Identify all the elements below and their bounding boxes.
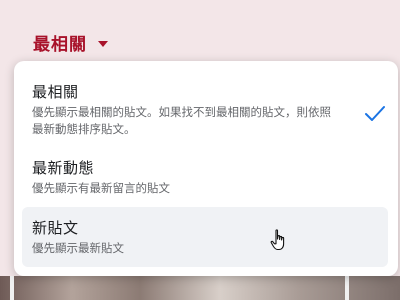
sort-option-newest-activity[interactable]: 最新動態 優先顯示有最新留言的貼文	[22, 147, 388, 201]
option-description: 優先顯示最相關的貼文。如果找不到最相關的貼文，則依照最新動態排序貼文。	[32, 105, 331, 136]
sort-option-most-relevant[interactable]: 最相關 優先顯示最相關的貼文。如果找不到最相關的貼文，則依照最新動態排序貼文。	[22, 71, 388, 151]
sort-dropdown-label: 最相關	[33, 35, 87, 55]
chevron-down-icon	[98, 40, 108, 47]
option-description: 優先顯示最新貼文	[32, 241, 124, 255]
sort-option-new-posts[interactable]: 新貼文 優先顯示最新貼文	[22, 207, 388, 267]
sort-options-menu: 最相關 優先顯示最相關的貼文。如果找不到最相關的貼文，則依照最新動態排序貼文。 …	[14, 61, 398, 276]
option-title: 最新動態	[32, 159, 95, 177]
option-title: 新貼文	[32, 219, 79, 237]
comments-header: 最相關	[0, 0, 400, 70]
photo-divider	[10, 276, 14, 300]
check-icon	[365, 106, 385, 121]
option-title: 最相關	[32, 83, 79, 101]
hand-pointer-icon	[270, 229, 285, 251]
background-photo-strip	[0, 276, 400, 300]
photo-divider	[345, 276, 349, 300]
sort-dropdown-button[interactable]: 最相關	[33, 30, 108, 55]
option-description: 優先顯示有最新留言的貼文	[32, 181, 170, 195]
